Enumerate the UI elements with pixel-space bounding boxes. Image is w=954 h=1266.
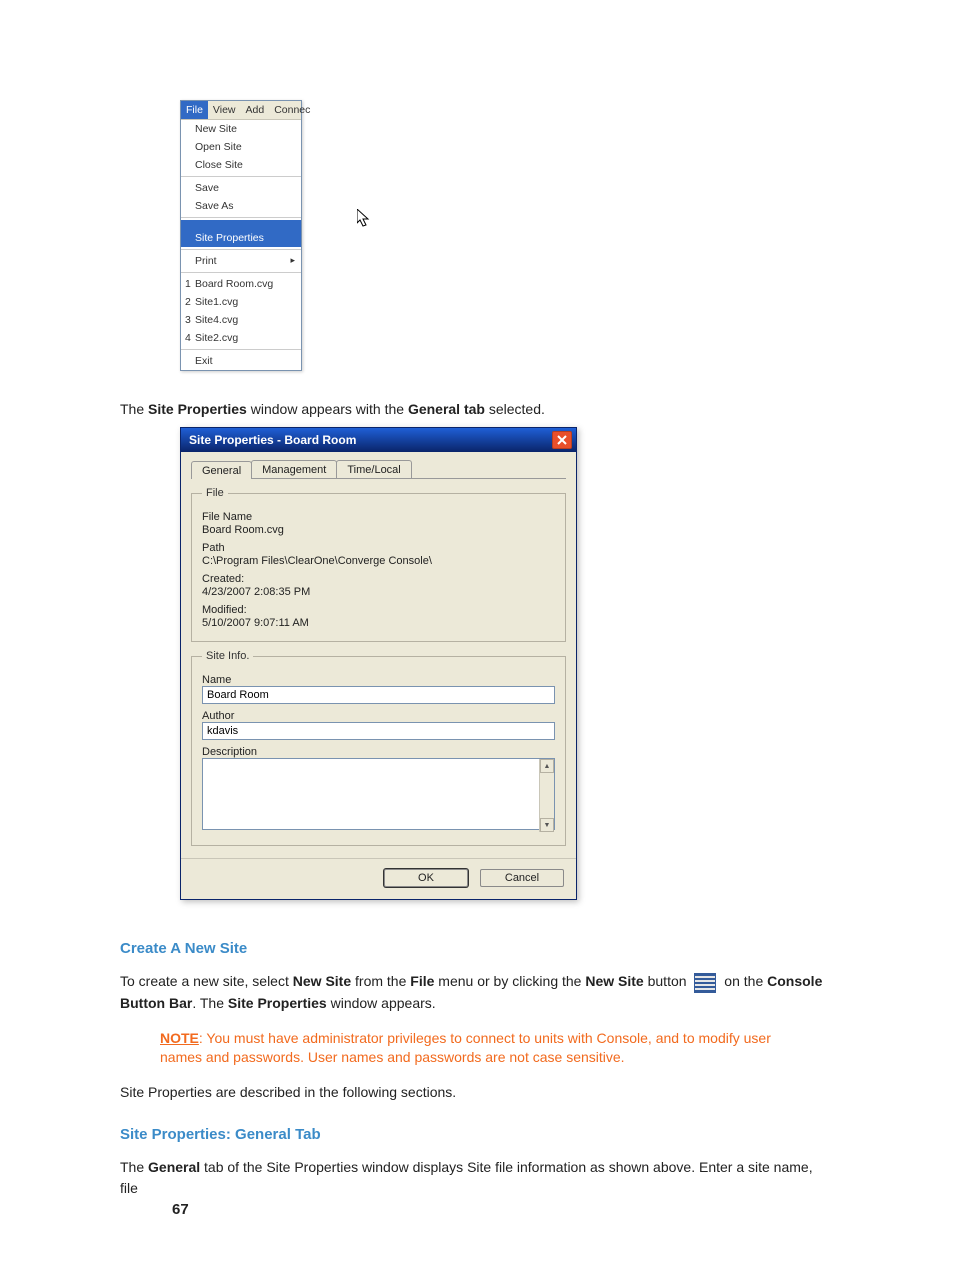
new-site-icon [694, 973, 716, 993]
menu-separator [181, 176, 301, 177]
menu-separator [181, 272, 301, 273]
menu-add[interactable]: Add [241, 101, 270, 119]
menu-separator [181, 249, 301, 250]
cancel-button[interactable]: Cancel [480, 869, 564, 887]
file-menu-screenshot: File View Add Connec New Site Open Site … [180, 100, 302, 371]
scroll-up-icon[interactable]: ▲ [540, 759, 554, 773]
file-fieldset: File File Name Board Room.cvg Path C:\Pr… [191, 487, 566, 642]
recent-label: Board Room.cvg [195, 278, 273, 290]
menu-item-exit[interactable]: Exit [181, 352, 301, 370]
tab-general[interactable]: General [191, 461, 252, 479]
author-label: Author [202, 710, 555, 722]
menubar: File View Add Connec [181, 101, 301, 120]
body-text: The Site Properties window appears with … [120, 399, 834, 419]
name-input[interactable] [202, 686, 555, 704]
note-block: NOTE: You must have administrator privil… [160, 1029, 834, 1068]
menu-item-label: Site Properties [195, 232, 264, 244]
menu-item-save-as[interactable]: Save As [181, 197, 301, 215]
modified-label: Modified: [202, 604, 555, 616]
menu-file[interactable]: File [181, 101, 208, 119]
page-number: 67 [172, 1201, 189, 1218]
body-text: To create a new site, select New Site fr… [120, 971, 834, 1013]
menu-item-recent-1[interactable]: 1Board Room.cvg [181, 275, 301, 293]
note-label: NOTE [160, 1030, 199, 1046]
name-label: Name [202, 674, 555, 686]
close-icon [557, 435, 567, 445]
heading-general-tab: Site Properties: General Tab [120, 1126, 834, 1143]
menu-item-recent-2[interactable]: 2Site1.cvg [181, 293, 301, 311]
tab-management[interactable]: Management [251, 460, 337, 478]
path-value: C:\Program Files\ClearOne\Converge Conso… [202, 555, 555, 567]
menu-item-print[interactable]: Print [181, 252, 301, 270]
recent-label: Site2.cvg [195, 332, 238, 344]
scrollbar[interactable]: ▲ ▼ [539, 759, 554, 832]
filename-value: Board Room.cvg [202, 524, 555, 536]
body-text: Site Properties are described in the fol… [120, 1082, 834, 1102]
created-value: 4/23/2007 2:08:35 PM [202, 586, 555, 598]
menu-item-save[interactable]: Save [181, 179, 301, 197]
menu-item-site-properties[interactable]: Site Properties [181, 220, 301, 247]
created-label: Created: [202, 573, 555, 585]
heading-create-new-site: Create A New Site [120, 940, 834, 957]
description-textarea[interactable] [202, 758, 555, 830]
menu-item-close-site[interactable]: Close Site [181, 156, 301, 174]
menu-separator [181, 217, 301, 218]
menu-connect[interactable]: Connec [269, 101, 315, 119]
close-button[interactable] [552, 431, 572, 449]
ok-button[interactable]: OK [384, 869, 468, 887]
note-text: : You must have administrator privileges… [160, 1030, 771, 1066]
menu-separator [181, 349, 301, 350]
dialog-title: Site Properties - Board Room [189, 433, 356, 447]
author-input[interactable] [202, 722, 555, 740]
scroll-down-icon[interactable]: ▼ [540, 818, 554, 832]
description-label: Description [202, 746, 555, 758]
dialog-tabs: General Management Time/Local [191, 460, 566, 479]
modified-value: 5/10/2007 9:07:11 AM [202, 617, 555, 629]
menu-item-recent-3[interactable]: 3Site4.cvg [181, 311, 301, 329]
recent-label: Site4.cvg [195, 314, 238, 326]
menu-item-new-site[interactable]: New Site [181, 120, 301, 138]
siteinfo-fieldset: Site Info. Name Author Description ▲ ▼ [191, 650, 566, 846]
menu-item-recent-4[interactable]: 4Site2.cvg [181, 329, 301, 347]
site-properties-dialog: Site Properties - Board Room General Man… [180, 427, 577, 900]
siteinfo-legend: Site Info. [202, 650, 253, 662]
path-label: Path [202, 542, 555, 554]
dialog-titlebar: Site Properties - Board Room [181, 428, 576, 452]
menu-view[interactable]: View [208, 101, 241, 119]
file-legend: File [202, 487, 228, 499]
dialog-button-row: OK Cancel [181, 858, 576, 899]
recent-label: Site1.cvg [195, 296, 238, 308]
body-text: The General tab of the Site Properties w… [120, 1157, 834, 1198]
tab-time-local[interactable]: Time/Local [336, 460, 411, 478]
menu-item-open-site[interactable]: Open Site [181, 138, 301, 156]
filename-label: File Name [202, 511, 555, 523]
cursor-icon [357, 218, 371, 230]
